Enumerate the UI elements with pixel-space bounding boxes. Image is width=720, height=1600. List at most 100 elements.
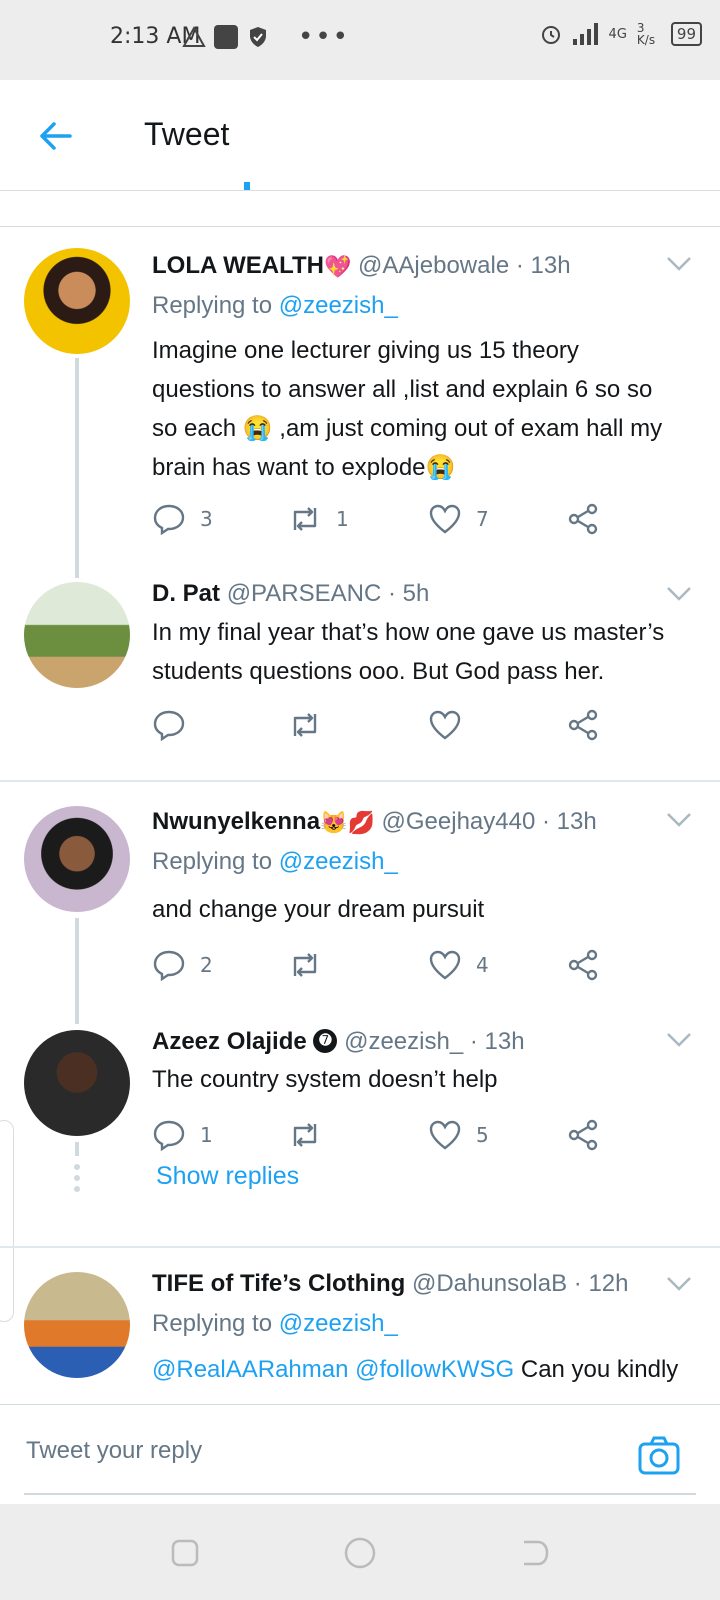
retweet-button[interactable] <box>288 948 322 982</box>
share-icon <box>568 503 598 535</box>
reply-button[interactable] <box>152 708 186 742</box>
back-arrow-icon[interactable] <box>36 116 76 156</box>
reply-icon <box>153 710 185 742</box>
share-button[interactable] <box>566 1118 600 1152</box>
share-button[interactable] <box>566 708 600 742</box>
retweet-button[interactable] <box>288 1118 322 1152</box>
like-count: 4 <box>476 953 489 977</box>
tweet-actions: 1 5 <box>152 1118 612 1154</box>
share-button[interactable] <box>566 502 600 536</box>
user-handle[interactable]: @zeezish_ <box>344 1028 463 1055</box>
tweet-time: · 12h <box>573 1270 629 1297</box>
retweet-icon <box>293 953 317 977</box>
share-icon <box>568 709 598 741</box>
thread-line <box>75 918 79 1024</box>
previous-content-edge <box>0 182 720 227</box>
reply-button[interactable]: 3 <box>152 502 213 536</box>
tweet-time: · 13h <box>515 252 571 279</box>
tweet-text-line: and change your dream pursuit <box>152 896 485 923</box>
reply-button[interactable]: 2 <box>152 948 213 982</box>
replying-to-mention[interactable]: @zeezish_ <box>279 848 398 875</box>
tweet-text: @RealAARahman @followKWSG Can you kindly <box>152 1350 702 1389</box>
like-button[interactable]: 4 <box>428 948 489 982</box>
tweet-text: In my final year that’s how one gave us … <box>152 613 702 691</box>
recent-apps-icon[interactable] <box>168 1536 202 1570</box>
tweet-reply-input[interactable] <box>24 1425 628 1477</box>
user-handle[interactable]: @AAjebowale <box>358 252 509 279</box>
chevron-down-icon[interactable] <box>666 586 692 602</box>
tweet-header: TIFE of Tife’s Clothing @DahunsolaB · 12… <box>152 1270 628 1298</box>
avatar[interactable] <box>24 1030 130 1136</box>
home-icon[interactable] <box>343 1536 377 1570</box>
tweet-actions <box>152 708 612 744</box>
share-icon <box>568 1119 598 1151</box>
heart-icon <box>429 710 461 740</box>
avatar[interactable] <box>24 806 130 912</box>
status-bar: 2:13 AM ••• 4G 3 K/s 99 <box>0 0 720 80</box>
tweet-text: The country system doesn’t help <box>152 1060 702 1099</box>
user-handle[interactable]: @DahunsolaB <box>412 1270 567 1297</box>
network-type: 4G <box>608 26 627 42</box>
chevron-down-icon[interactable] <box>666 1276 692 1292</box>
display-name[interactable]: Nwunyelkenna <box>152 808 320 835</box>
share-icon <box>568 949 598 981</box>
replying-to-mention[interactable]: @zeezish_ <box>279 1310 398 1337</box>
top-app-bar: Tweet <box>0 80 720 191</box>
like-button[interactable]: 5 <box>428 1118 489 1152</box>
reply-icon <box>153 504 185 536</box>
tweet-header: LOLA WEALTH💖 @AAjebowale · 13h <box>152 252 571 280</box>
thread-line <box>75 1142 79 1156</box>
retweet-button[interactable] <box>288 708 322 742</box>
back-icon[interactable] <box>518 1536 552 1570</box>
tweet-header: Azeez Olajide ➐ @zeezish_ · 13h <box>152 1028 525 1056</box>
tweet-text: Imagine one lecturer giving us 15 theory… <box>152 331 702 487</box>
reply-icon <box>153 1120 185 1152</box>
user-handle[interactable]: @Geejhay440 <box>382 808 536 835</box>
badge-icon: ➐ <box>313 1028 338 1053</box>
status-icons-left: ••• <box>182 22 350 52</box>
show-replies-link[interactable]: Show replies <box>156 1162 299 1191</box>
chevron-down-icon[interactable] <box>666 1032 692 1048</box>
like-count: 5 <box>476 1123 489 1147</box>
display-name[interactable]: LOLA WEALTH <box>152 252 324 279</box>
tweet-time: · 5h <box>387 580 430 607</box>
reply-icon <box>153 950 185 982</box>
tweet-text-line: Imagine one lecturer giving us 15 theory <box>152 337 579 364</box>
avatar[interactable] <box>24 248 130 354</box>
chevron-down-icon[interactable] <box>666 256 692 272</box>
reply-composer <box>0 1404 720 1505</box>
reply-count: 3 <box>200 507 213 531</box>
avatar[interactable] <box>24 1272 130 1378</box>
tweet-header: Nwunyelkenna😻💋 @Geejhay440 · 13h <box>152 808 597 836</box>
tweet-text-line: In my final year that’s how one gave us … <box>152 619 665 646</box>
tweet-text-line: so each 😭 ,am just coming out of exam ha… <box>152 415 663 442</box>
replying-to-mention[interactable]: @zeezish_ <box>279 292 398 319</box>
warning-icon <box>182 25 206 47</box>
user-handle[interactable]: @PARSEANC <box>227 580 382 607</box>
camera-icon[interactable] <box>638 1435 680 1477</box>
retweet-icon <box>293 713 317 737</box>
tweet-text: and change your dream pursuit <box>152 890 702 929</box>
display-name[interactable]: Azeez Olajide <box>152 1028 307 1055</box>
retweet-icon <box>293 1123 317 1147</box>
heart-icon <box>429 1120 461 1150</box>
tweet-time: · 13h <box>469 1028 525 1055</box>
reply-count: 1 <box>200 1123 213 1147</box>
display-name[interactable]: TIFE of Tife’s Clothing <box>152 1270 405 1297</box>
tweet-time: · 13h <box>541 808 597 835</box>
tweet-actions: 3 1 7 <box>152 502 612 538</box>
alarm-icon <box>541 26 560 44</box>
scroll-handle[interactable] <box>0 1120 14 1322</box>
display-name[interactable]: D. Pat <box>152 580 220 607</box>
avatar[interactable] <box>24 582 130 688</box>
reply-button[interactable]: 1 <box>152 1118 213 1152</box>
tweet-mentions[interactable]: @RealAARahman @followKWSG <box>152 1356 514 1383</box>
input-underline <box>24 1493 696 1495</box>
retweet-button[interactable]: 1 <box>288 502 349 536</box>
like-button[interactable] <box>428 708 462 742</box>
chevron-down-icon[interactable] <box>666 812 692 828</box>
like-button[interactable]: 7 <box>428 502 489 536</box>
like-count: 7 <box>476 507 489 531</box>
emoji: 😻💋 <box>320 809 375 835</box>
share-button[interactable] <box>566 948 600 982</box>
